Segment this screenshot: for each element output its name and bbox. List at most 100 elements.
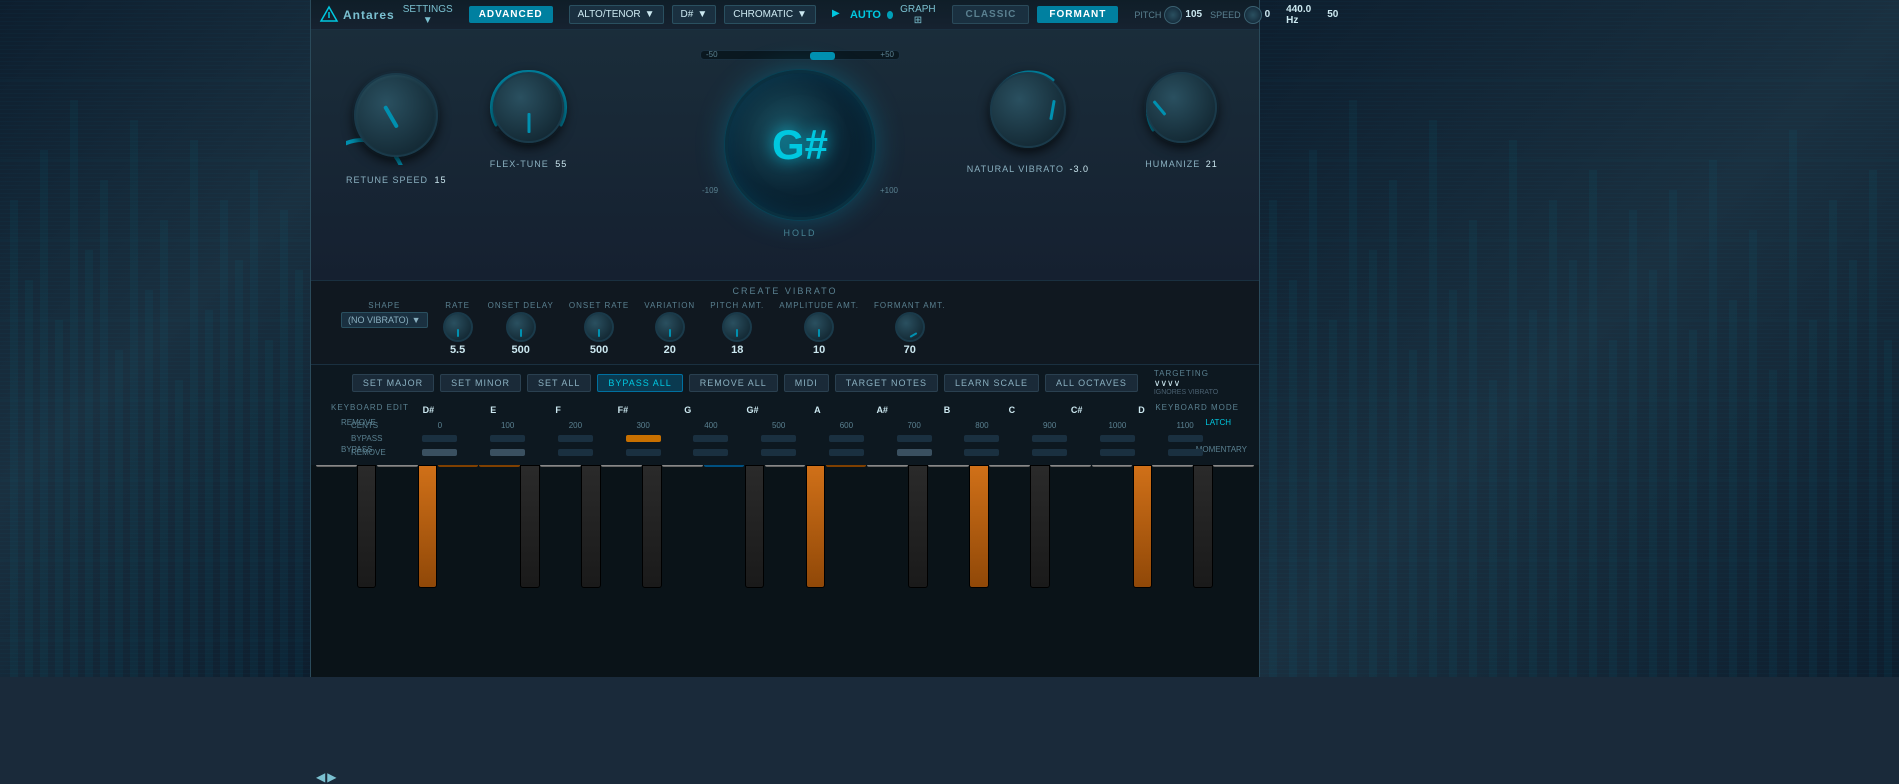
variation-knob[interactable] <box>655 312 685 342</box>
set-major-button[interactable]: SET MAJOR <box>352 374 434 392</box>
formant-button[interactable]: FORMANT <box>1037 6 1118 23</box>
bypass-ind-9[interactable] <box>1032 435 1067 442</box>
remove-ind-9[interactable] <box>1032 449 1067 456</box>
key-G4[interactable] <box>928 465 969 677</box>
note-label-1: E <box>473 405 513 415</box>
onset-rate-knob[interactable] <box>584 312 614 342</box>
key-C3[interactable] <box>316 465 357 677</box>
bypass-ind-7[interactable] <box>897 435 932 442</box>
black-key-Cs3[interactable] <box>357 465 376 588</box>
bypass-ind-6[interactable] <box>829 435 864 442</box>
key-A4[interactable] <box>989 465 1030 677</box>
key-B4[interactable] <box>1050 465 1091 677</box>
key-C5[interactable] <box>1092 465 1133 677</box>
scale-dropdown[interactable]: CHROMATIC ▼ <box>724 5 816 24</box>
onset-delay-knob[interactable] <box>506 312 536 342</box>
key-dropdown[interactable]: D# ▼ <box>672 5 717 24</box>
black-key-Fs3[interactable] <box>520 465 539 588</box>
prev-arrow[interactable]: ◀ <box>316 770 325 784</box>
bypass-ind-1[interactable] <box>490 435 525 442</box>
remove-ind-11[interactable] <box>1168 449 1203 456</box>
bypass-ind-11[interactable] <box>1168 435 1203 442</box>
key-Ds3[interactable] <box>416 465 440 677</box>
key-Ds5[interactable] <box>1191 465 1215 677</box>
formant-amt-knob[interactable] <box>895 312 925 342</box>
flex-tune-knob[interactable] <box>486 65 571 150</box>
target-notes-button[interactable]: TARGET NOTES <box>835 374 938 392</box>
advanced-tab[interactable]: ADVANCED <box>469 6 553 23</box>
black-key-Ds3[interactable] <box>418 465 437 588</box>
remove-ind-5[interactable] <box>761 449 796 456</box>
key-D5[interactable] <box>1152 465 1193 677</box>
bypass-ind-10[interactable] <box>1100 435 1135 442</box>
key-C4[interactable] <box>704 465 745 677</box>
amplitude-amt-knob[interactable] <box>804 312 834 342</box>
key-B3[interactable] <box>662 465 703 677</box>
key-Fs4[interactable] <box>906 465 930 677</box>
pitch-amt-knob[interactable] <box>722 312 752 342</box>
key-F3[interactable] <box>479 465 520 677</box>
retune-speed-knob[interactable] <box>346 65 446 165</box>
remove-ind-6[interactable] <box>829 449 864 456</box>
key-Gs3[interactable] <box>579 465 603 677</box>
key-As3[interactable] <box>640 465 664 677</box>
speed-knob[interactable] <box>1244 6 1262 24</box>
black-key-Cs5[interactable] <box>1133 465 1152 588</box>
key-D3[interactable] <box>377 465 418 677</box>
remove-ind-2[interactable] <box>558 449 593 456</box>
classic-button[interactable]: CLASSIC <box>952 5 1029 24</box>
remove-ind-10[interactable] <box>1100 449 1135 456</box>
remove-ind-1[interactable] <box>490 449 525 456</box>
remove-ind-4[interactable] <box>693 449 728 456</box>
learn-scale-button[interactable]: LEARN SCALE <box>944 374 1039 392</box>
graph-button[interactable]: GRAPH ⊞ <box>899 4 936 26</box>
humanize-knob[interactable] <box>1139 65 1224 150</box>
bypass-ind-4[interactable] <box>693 435 728 442</box>
black-key-Gs3[interactable] <box>581 465 600 588</box>
next-arrow[interactable]: ▶ <box>327 770 336 784</box>
input-type-dropdown[interactable]: ALTO/TENOR ▼ <box>569 5 664 24</box>
key-Cs5[interactable] <box>1130 465 1154 677</box>
key-E3[interactable] <box>438 465 479 677</box>
black-key-Gs4[interactable] <box>969 465 988 588</box>
key-Cs3[interactable] <box>355 465 379 677</box>
key-Gs4[interactable] <box>967 465 991 677</box>
black-key-Fs4[interactable] <box>908 465 927 588</box>
black-key-As4[interactable] <box>1030 465 1049 588</box>
black-key-Ds5[interactable] <box>1193 465 1212 588</box>
shape-dropdown[interactable]: (NO VIBRATO) ▼ <box>341 312 428 328</box>
key-E5[interactable] <box>1213 465 1254 677</box>
remove-ind-0[interactable] <box>422 449 457 456</box>
remove-ind-7[interactable] <box>897 449 932 456</box>
black-key-Ds4[interactable] <box>806 465 825 588</box>
bypass-ind-8[interactable] <box>964 435 999 442</box>
key-Cs4[interactable] <box>742 465 766 677</box>
bypass-ind-0[interactable] <box>422 435 457 442</box>
key-G3[interactable] <box>540 465 581 677</box>
natural-vibrato-knob[interactable] <box>983 65 1073 155</box>
rate-knob[interactable] <box>443 312 473 342</box>
bypass-ind-5[interactable] <box>761 435 796 442</box>
set-minor-button[interactable]: SET MINOR <box>440 374 521 392</box>
pitch-knob[interactable] <box>1164 6 1182 24</box>
key-Fs3[interactable] <box>518 465 542 677</box>
black-key-Cs4[interactable] <box>745 465 764 588</box>
midi-button[interactable]: MIDI <box>784 374 829 392</box>
set-all-button[interactable]: SET ALL <box>527 374 591 392</box>
key-As4[interactable] <box>1028 465 1052 677</box>
remove-ind-8[interactable] <box>964 449 999 456</box>
key-F4[interactable] <box>867 465 908 677</box>
auto-toggle[interactable]: ▶ AUTO <box>832 8 881 22</box>
bypass-all-button[interactable]: BYPASS ALL <box>597 374 682 392</box>
bypass-ind-2[interactable] <box>558 435 593 442</box>
settings-button[interactable]: SETTINGS ▼ <box>403 4 453 26</box>
remove-ind-3[interactable] <box>626 449 661 456</box>
all-octaves-button[interactable]: ALL OCTAVES <box>1045 374 1138 392</box>
key-Ds4[interactable] <box>803 465 827 677</box>
key-E4[interactable] <box>826 465 867 677</box>
remove-all-button[interactable]: REMOVE ALL <box>689 374 778 392</box>
key-A3[interactable] <box>601 465 642 677</box>
bypass-ind-3[interactable] <box>626 435 661 442</box>
key-D4[interactable] <box>765 465 806 677</box>
black-key-As3[interactable] <box>642 465 661 588</box>
